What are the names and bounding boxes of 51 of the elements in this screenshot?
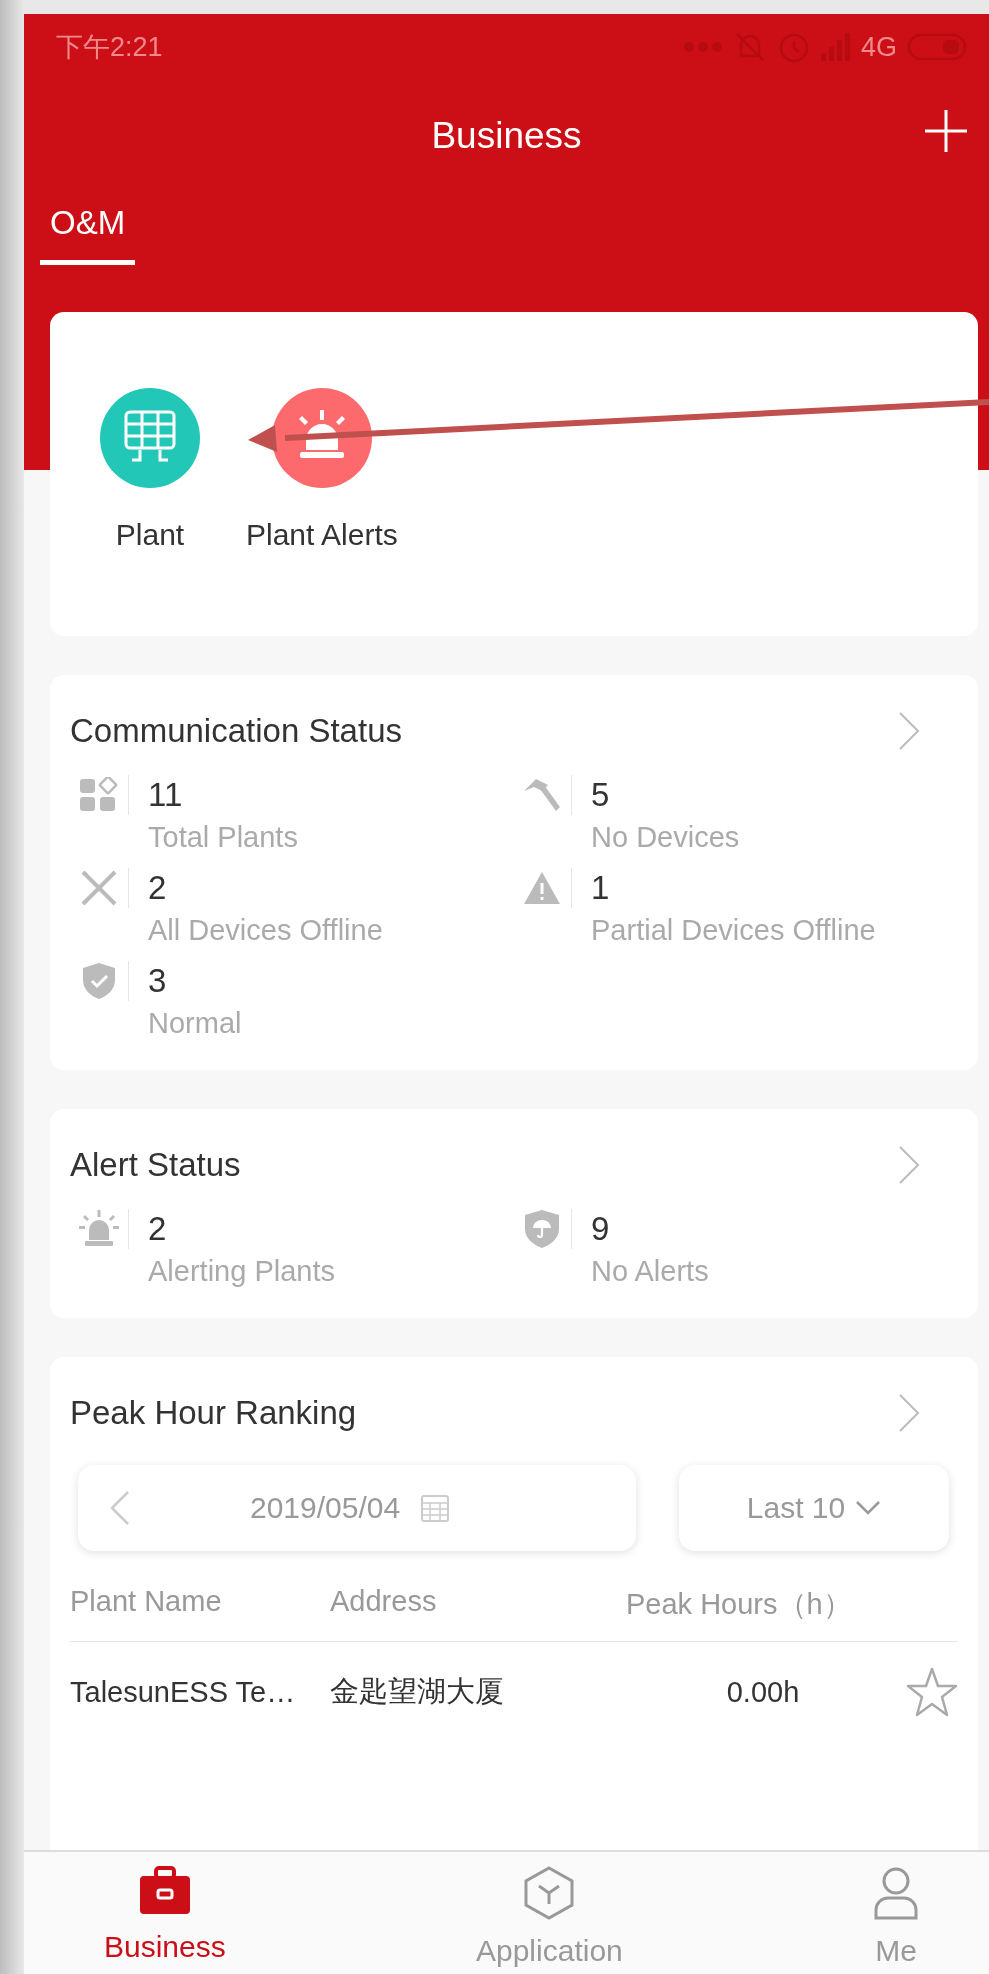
- table-cell-text: 金匙望湖大厦: [330, 1674, 505, 1709]
- tab[interactable]: O&M: [40, 194, 136, 265]
- card-title: Alert Status: [70, 1146, 241, 1184]
- stat-value: 2: [148, 869, 168, 907]
- briefcase-icon: [137, 1866, 192, 1916]
- shield-umbrella-icon: [524, 1209, 560, 1249]
- column-header: Peak Hours（h）: [626, 1587, 853, 1622]
- stat-value: 1: [591, 869, 611, 907]
- stat-value: 3: [148, 962, 168, 1000]
- shield-check-icon: [82, 962, 116, 1000]
- warning-icon: [523, 871, 561, 905]
- date-picker[interactable]: 2019/05/04: [78, 1465, 636, 1551]
- chevron-right-icon[interactable]: [898, 1393, 920, 1433]
- person-icon: [873, 1866, 919, 1920]
- siren-icon: [271, 388, 372, 488]
- status-time: 下午2:21: [56, 31, 163, 64]
- stat-label: Total Plants: [148, 821, 299, 854]
- close-icon: [80, 869, 118, 907]
- stat-value: 5: [591, 776, 611, 814]
- stat-value: 11: [148, 776, 184, 814]
- chevron-down-icon: [855, 1500, 882, 1516]
- siren-icon: [79, 1210, 119, 1248]
- table-cell-text: 0.00h: [725, 1675, 801, 1709]
- stat-label: Partial Devices Offline: [591, 914, 877, 947]
- stat-label: No Devices: [591, 821, 741, 854]
- stat-label: Normal: [148, 1007, 243, 1040]
- chevron-right-icon[interactable]: [898, 1145, 920, 1185]
- page-title: Business: [431, 115, 582, 157]
- card-title: Communication Status: [70, 712, 402, 750]
- calendar-icon: [420, 1493, 451, 1523]
- network-label: 4G: [860, 31, 897, 63]
- range-dropdown[interactable]: Last 10: [679, 1465, 949, 1551]
- column-header: Address: [330, 1585, 438, 1619]
- shortcut-button[interactable]: Plant Alerts: [246, 388, 398, 552]
- stat-label: No Alerts: [591, 1255, 710, 1288]
- chevron-right-icon[interactable]: [898, 711, 920, 751]
- cube-icon: [524, 1866, 575, 1920]
- column-header: Plant Name: [70, 1585, 223, 1619]
- stat-label: All Devices Offline: [148, 914, 384, 947]
- card-title: Peak Hour Ranking: [70, 1394, 357, 1432]
- stat-value: 9: [591, 1210, 611, 1248]
- stat-label: Alerting Plants: [148, 1255, 336, 1288]
- previous-button[interactable]: [108, 1490, 132, 1526]
- star-button[interactable]: [906, 1667, 958, 1717]
- add-button[interactable]: [925, 110, 967, 152]
- table-cell-text: TalesunESS Te…: [70, 1675, 297, 1709]
- nav-tab[interactable]: Business: [104, 1852, 226, 1974]
- shortcut-button[interactable]: Plant: [100, 388, 200, 552]
- grid-icon: [80, 777, 118, 813]
- stat-value: 2: [148, 1210, 168, 1248]
- solar-panel-icon: [100, 388, 200, 488]
